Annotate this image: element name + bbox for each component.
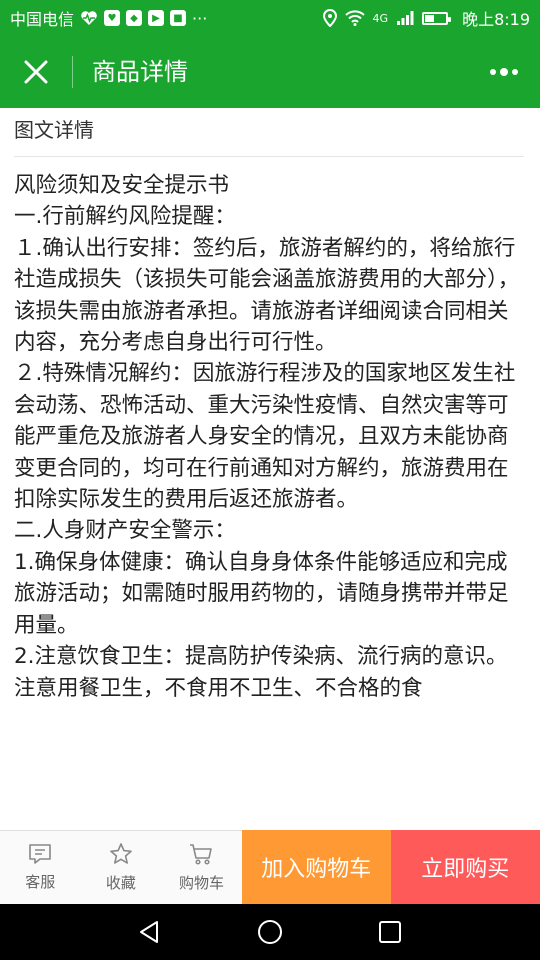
detail-paragraph: 2.注意饮食卫生：提高防护传染病、流行病的意识。注意用餐卫生，不食用不卫生、不合… <box>14 644 508 701</box>
heart-rate-icon <box>80 10 98 26</box>
home-button[interactable] <box>256 918 284 946</box>
detail-text: 风险须知及安全提示书 一.行前解约风险提醒： １.确认出行安排：签约后，旅游者解… <box>14 170 526 704</box>
page-title: 商品详情 <box>92 58 188 86</box>
section-title: 图文详情 <box>14 118 94 142</box>
battery-icon <box>422 11 452 25</box>
close-icon <box>24 60 48 84</box>
detail-subheading: 一.行前解约风险提醒： <box>14 204 236 230</box>
more-dot-icon <box>490 69 496 75</box>
status-bar: 中国电信 ♥ ◆ ▶ ■ ··· 4G 晚上8:19 <box>0 0 540 36</box>
status-time: 晚上8:19 <box>462 10 530 29</box>
signal-icon <box>396 10 414 26</box>
back-triangle-icon <box>140 921 158 943</box>
app-notification-icon: ♥ <box>104 10 121 26</box>
content-area[interactable]: 图文详情 风险须知及安全提示书 一.行前解约风险提醒： １.确认出行安排：签约后… <box>0 108 540 830</box>
app-header: 商品详情 <box>0 36 540 108</box>
detail-paragraph: １.确认出行安排：签约后，旅游者解约的，将给旅行社造成损失（该损失可能会涵盖旅游… <box>14 235 520 356</box>
wifi-icon <box>344 10 365 26</box>
section-divider <box>14 156 524 157</box>
bottom-action-bar: 客服 收藏 购物车 加入购物车 立即购买 <box>0 830 540 904</box>
network-type-label: 4G <box>372 11 389 25</box>
buy-now-button[interactable]: 立即购买 <box>390 830 540 904</box>
customer-service-button[interactable]: 客服 <box>0 831 81 904</box>
detail-paragraph: ２.特殊情况解约：因旅游行程涉及的国家地区发生社会动荡、恐怖活动、重大污染性疫情… <box>14 361 516 513</box>
cart-label: 购物车 <box>178 874 224 892</box>
star-icon <box>110 843 132 864</box>
more-dot-icon <box>512 69 518 75</box>
more-options-button[interactable] <box>486 58 522 86</box>
game-app-icon: ◆ <box>126 10 143 26</box>
system-navigation-bar <box>0 904 540 960</box>
video-app-icon: ▶ <box>148 10 165 26</box>
detail-subheading: 二.人身财产安全警示： <box>14 518 236 544</box>
cart-icon <box>190 844 213 865</box>
add-to-cart-button[interactable]: 加入购物车 <box>241 830 391 904</box>
close-button[interactable] <box>18 54 54 90</box>
shopping-app-icon: ■ <box>170 10 187 26</box>
location-icon <box>322 9 337 27</box>
more-dot-icon <box>500 68 508 76</box>
recent-square-icon <box>379 921 401 943</box>
cart-button[interactable]: 购物车 <box>161 831 242 904</box>
detail-paragraph: 1.确保身体健康：确认自身身体条件能够适应和完成旅游活动；如需随时服用药物的，请… <box>14 549 509 638</box>
home-circle-icon <box>258 920 282 944</box>
customer-service-label: 客服 <box>25 873 56 891</box>
chat-icon <box>29 844 52 864</box>
carrier-name: 中国电信 <box>10 10 75 29</box>
favorite-label: 收藏 <box>105 874 136 892</box>
more-notifications-icon: ··· <box>192 8 208 28</box>
recent-apps-button[interactable] <box>376 918 404 946</box>
detail-heading: 风险须知及安全提示书 <box>14 173 230 198</box>
back-button[interactable] <box>136 918 164 946</box>
header-divider <box>72 56 73 88</box>
favorite-button[interactable]: 收藏 <box>81 831 162 904</box>
